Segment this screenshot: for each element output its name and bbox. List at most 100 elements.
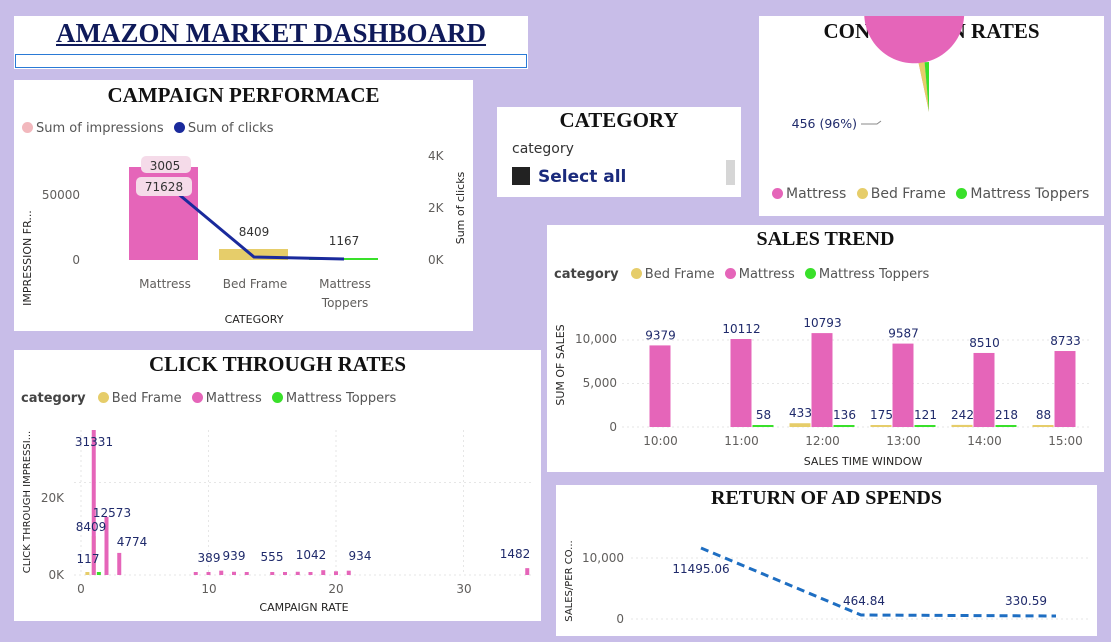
roas-chart[interactable]: SALES/PER CO... 0 10,000 11495.06 464.84… [556,485,1097,636]
roas-panel: RETURN OF AD SPENDS SALES/PER CO... 0 10… [556,485,1097,636]
ctr-bar[interactable] [283,572,287,575]
sales-ylabel: SUM OF SALES [554,324,567,405]
legend-mattress-label: Mattress [786,186,847,202]
sales-trend-panel: SALES TREND category Bed Frame Mattress … [547,225,1104,472]
ctr-bar[interactable] [270,572,275,575]
ctr-bar[interactable] [206,572,211,575]
slicer-scrollbar[interactable] [726,160,735,185]
ctr-xtick-2: 20 [328,582,343,596]
sales-bar-mattress[interactable] [730,339,752,427]
ctr-data-label: 1482 [500,547,531,561]
select-all-label: Select all [538,167,627,187]
ctr-data-label: 8409 [76,520,107,534]
ctr-xtick-1: 10 [201,582,216,596]
ctr-bar[interactable] [232,571,236,575]
sales-bar-mattress[interactable] [811,333,833,427]
ctr-ylabel: CLICK THROUGH IMPRESSI... [22,431,33,574]
campaign-chart[interactable]: IMPRESSION FR... 0 50000 0K 2K 4K Sum of… [14,80,473,331]
sales-data-label: 10112 [722,322,760,336]
select-all-checkbox[interactable] [512,167,530,185]
campaign-xlabel: CATEGORY [225,313,284,326]
ctr-data-label: 117 [77,552,100,566]
sales-xtick: 15:00 [1048,434,1083,448]
category-field-label: category [512,141,574,157]
sales-data-label: 136 [833,408,856,422]
ctr-data-label: 555 [261,550,284,564]
sales-data-label: 9379 [645,328,676,342]
pie-leader-line [861,120,882,125]
ctr-bar[interactable] [525,568,530,575]
pie-data-label: 456 (96%) [792,116,857,131]
ctr-bar[interactable] [321,570,326,575]
sales-xlabel: SALES TIME WINDOW [804,455,923,468]
sales-bar-toppers[interactable] [914,425,936,427]
sales-data-label: 58 [756,408,771,422]
sales-data-label: 88 [1036,408,1051,422]
sales-bar-toppers[interactable] [995,425,1017,427]
campaign-xtick-bed-frame: Bed Frame [223,277,287,291]
sales-bar-mattress[interactable] [649,345,671,427]
ctr-bar[interactable] [308,572,313,575]
campaign-y2tick-1: 2K [428,201,445,215]
campaign-label-mattress: 71628 [145,180,183,194]
roas-ylabel: SALES/PER CO... [564,540,575,621]
sales-data-label: 8733 [1050,334,1081,348]
campaign-label-toppers: 1167 [329,234,360,248]
ctr-bar[interactable] [244,572,249,575]
title-panel: AMAZON MARKET DASHBOARD [14,16,528,69]
category-title: CATEGORY [559,108,679,132]
roas-label-1: 464.84 [843,594,885,608]
ctr-data-label: 389 [198,551,221,565]
ctr-bar[interactable] [193,572,198,575]
ctr-panel: CLICK THROUGH RATES category Bed Frame M… [14,350,541,621]
legend-mattress[interactable]: Mattress [772,186,846,202]
ctr-bar[interactable] [219,570,224,575]
title-input-box[interactable] [15,54,527,68]
roas-ytick-1: 10,000 [582,551,624,565]
legend-bed-frame[interactable]: Bed Frame [856,186,946,202]
sales-data-label: 242 [951,408,974,422]
ctr-ytick-0: 0K [48,568,65,582]
sales-bar-mattress[interactable] [973,352,995,427]
sales-bar-bed-frame[interactable] [870,425,892,427]
ctr-data-label: 31331 [75,435,113,449]
sales-data-label: 121 [914,408,937,422]
sales-bar-mattress[interactable] [1054,351,1076,427]
campaign-performance-panel: CAMPAIGN PERFORMACE Sum of impressions S… [14,80,473,331]
sales-bar-mattress[interactable] [892,343,914,427]
ctr-xlabel: CAMPAIGN RATE [259,601,348,614]
ctr-xtick-3: 30 [456,582,471,596]
sales-data-label: 9587 [888,327,919,341]
sales-bar-toppers[interactable] [752,425,774,427]
ctr-bar[interactable] [346,570,351,575]
sales-xtick: 14:00 [967,434,1002,448]
ctr-xtick-0: 0 [77,582,85,596]
ctr-data-label: 934 [349,549,372,563]
ctr-bar[interactable] [117,552,122,575]
sales-ytick-1: 5,000 [583,376,617,390]
sales-trend-chart[interactable]: SUM OF SALES 0 5,000 10,000 9379 10:00 101… [547,225,1104,472]
ctr-bar[interactable] [96,572,101,575]
campaign-ytick-0: 0 [72,253,80,267]
select-all-option[interactable]: Select all [512,167,626,187]
sales-data-label: 10793 [803,316,841,330]
sales-bar-bed-frame[interactable] [789,423,811,427]
ctr-bar[interactable] [85,572,90,575]
ctr-ytick-1: 20K [41,491,65,505]
sales-bar-bed-frame[interactable] [951,424,973,427]
category-slicer-panel: CATEGORY category Select all [497,107,741,197]
legend-toppers[interactable]: Mattress Toppers [956,186,1089,202]
ctr-chart[interactable]: CLICK THROUGH IMPRESSI... 0K 20K 31331 12… [14,350,541,621]
ctr-data-label: 939 [223,549,246,563]
campaign-y2label: Sum of clicks [454,171,467,244]
campaign-label-clicks-mattress: 3005 [150,159,181,173]
ctr-bar[interactable] [295,571,300,575]
sales-bar-toppers[interactable] [833,425,855,427]
roas-ytick-0: 0 [616,612,624,626]
sales-bar-bed-frame[interactable] [1032,425,1054,427]
ctr-bar[interactable] [334,571,338,575]
pie-slice-mattress[interactable] [864,16,965,112]
conversion-legend: Mattress Bed Frame Mattress Toppers [772,186,1095,202]
ctr-data-label: 4774 [117,535,148,549]
sales-data-label: 218 [995,408,1018,422]
